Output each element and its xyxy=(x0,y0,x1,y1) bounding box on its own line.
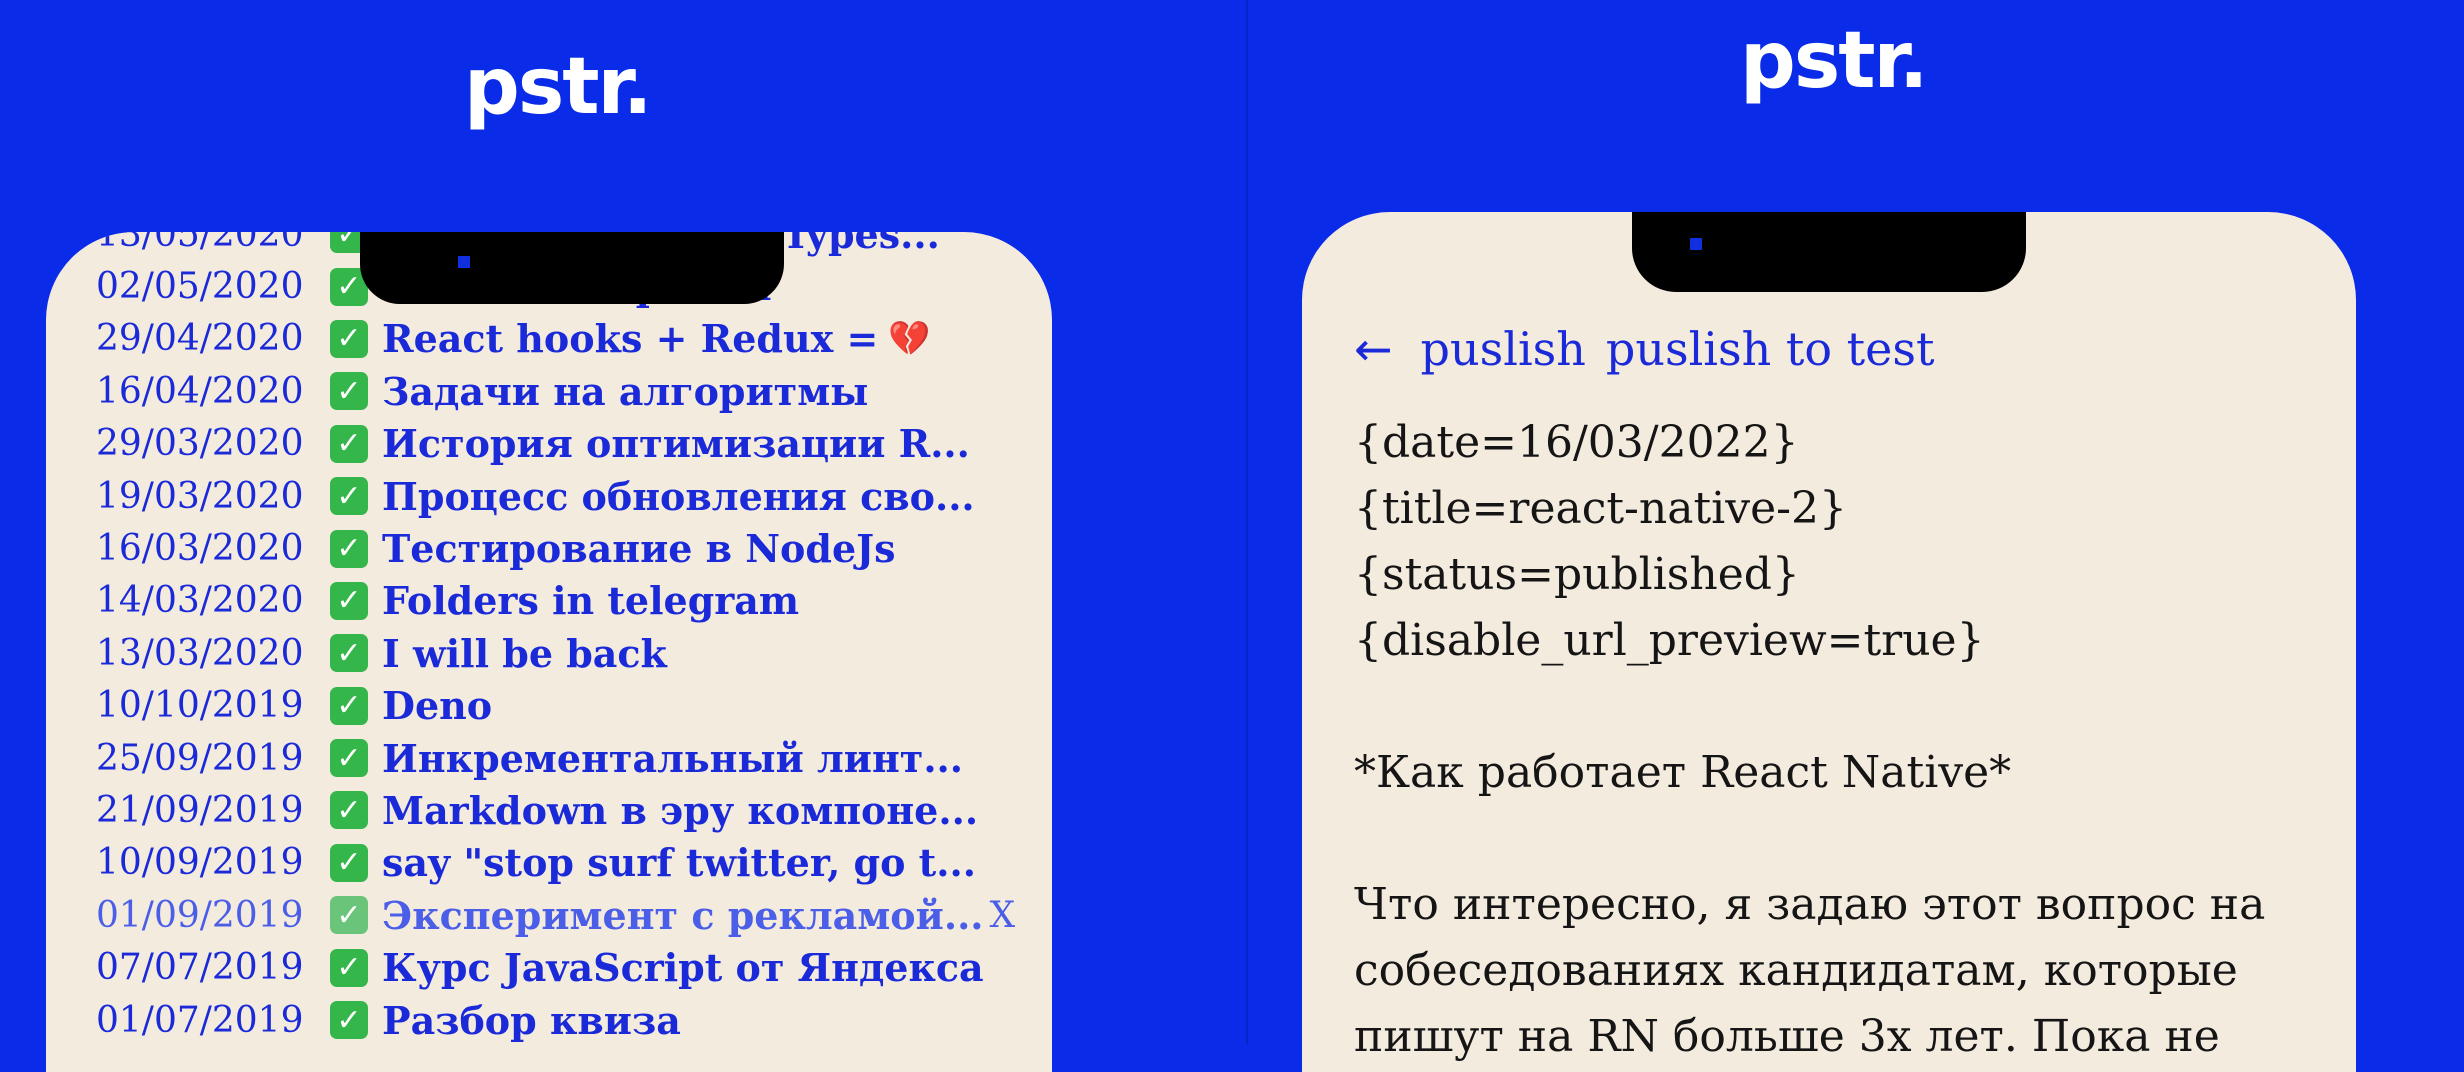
post-list-item[interactable]: 14/03/2020 ✓ Folders in telegram xyxy=(96,575,1046,627)
post-list-item[interactable]: 25/09/2019 ✓ Инкрементальный линт... xyxy=(96,732,1046,784)
editor-line: Что интересно, я задаю этот вопрос на xyxy=(1354,879,2266,930)
post-list-item[interactable]: 01/09/2019 ✓ Эксперимент с рекламой... X xyxy=(96,889,1046,941)
post-date: 29/03/2020 xyxy=(96,423,304,465)
post-date: 10/10/2019 xyxy=(96,685,304,727)
post-list-item[interactable]: 10/10/2019 ✓ Deno xyxy=(96,680,1046,732)
check-mark-icon: ✓ xyxy=(330,319,368,358)
check-mark-icon: ✓ xyxy=(330,634,368,673)
post-date: 01/09/2019 xyxy=(96,894,304,936)
post-list: 13/05/2020✓React Native + TS/Types...02/… xyxy=(96,232,1046,1046)
camera-icon xyxy=(458,256,470,268)
post-title-link[interactable]: Markdown в эру компоне... xyxy=(382,788,978,833)
post-list-item[interactable]: 16/03/2020 ✓ Тестирование в NodeJs xyxy=(96,522,1046,574)
post-date: 14/03/2020 xyxy=(96,580,304,622)
editor-line: собеседованиях кандидатам, которые xyxy=(1354,945,2238,996)
publish-to-test-link[interactable]: puslish to test xyxy=(1606,322,1935,376)
post-title-link[interactable]: Folders in telegram xyxy=(382,578,799,623)
editor-line: *Как работает React Native* xyxy=(1354,747,2012,798)
check-mark-icon: ✓ xyxy=(330,739,368,778)
back-arrow-icon[interactable]: ← xyxy=(1354,322,1393,376)
post-title-link[interactable]: React hooks + Redux = xyxy=(382,316,878,361)
check-mark-icon: ✓ xyxy=(330,581,368,620)
editor-toolbar: ← puslish puslish to test xyxy=(1354,322,1954,376)
post-list-item[interactable]: 19/03/2020 ✓ Процесс обновления сво... xyxy=(96,470,1046,522)
post-date: 13/05/2020 xyxy=(96,232,304,255)
post-list-item[interactable]: 07/07/2019 ✓ Курс JavaScript от Яндекса xyxy=(96,941,1046,993)
editor-line: {status=published} xyxy=(1354,549,1800,600)
check-mark-icon: ✓ xyxy=(330,843,368,882)
editor-line: пишут на RN больше 3х лет. Пока не xyxy=(1354,1011,2220,1062)
post-date: 16/04/2020 xyxy=(96,370,304,412)
publish-link[interactable]: puslish xyxy=(1421,322,1586,376)
editor-line xyxy=(1354,674,2324,740)
post-list-item[interactable]: 13/03/2020 ✓ I will be back xyxy=(96,627,1046,679)
post-list-item[interactable]: 01/07/2019 ✓ Разбор квиза xyxy=(96,994,1046,1046)
post-date: 01/07/2019 xyxy=(96,999,304,1041)
editor-line: {date=16/03/2022} xyxy=(1354,417,1799,468)
post-title-link[interactable]: Процесс обновления сво... xyxy=(382,474,975,519)
check-mark-icon: ✓ xyxy=(330,372,368,411)
phone-screen-post-list: 13/05/2020✓React Native + TS/Types...02/… xyxy=(46,232,1052,1072)
post-title-link[interactable]: Deno xyxy=(382,683,492,728)
check-mark-icon: ✓ xyxy=(330,529,368,568)
post-title-link[interactable]: I will be back xyxy=(382,631,667,676)
post-date: 13/03/2020 xyxy=(96,632,304,674)
post-title-link[interactable]: История оптимизации R... xyxy=(382,421,970,466)
check-mark-icon: ✓ xyxy=(330,686,368,725)
post-date: 19/03/2020 xyxy=(96,475,304,517)
post-list-item[interactable]: 29/04/2020 ✓ React hooks + Redux = 💔 xyxy=(96,313,1046,365)
check-mark-icon: ✓ xyxy=(330,1001,368,1040)
post-list-item[interactable]: 29/03/2020 ✓ История оптимизации R... xyxy=(96,418,1046,470)
post-date: 10/09/2019 xyxy=(96,842,304,884)
editor-line xyxy=(1354,806,2324,872)
post-title-link[interactable]: Тестирование в NodeJs xyxy=(382,526,896,571)
post-title-link[interactable]: Задачи на алгоритмы xyxy=(382,369,868,414)
post-title-link[interactable]: Разбор квиза xyxy=(382,998,681,1043)
check-mark-icon: ✓ xyxy=(330,791,368,830)
post-date: 16/03/2020 xyxy=(96,528,304,570)
post-title-link[interactable]: Инкрементальный линт... xyxy=(382,736,963,781)
post-title-link[interactable]: Курс JavaScript от Яндекса xyxy=(382,945,984,990)
post-editor-text[interactable]: {date=16/03/2022} {title=react-native-2} {… xyxy=(1354,410,2324,1070)
check-mark-icon: ✓ xyxy=(330,896,368,935)
camera-icon xyxy=(1690,238,1702,250)
post-date: 02/05/2020 xyxy=(96,266,304,308)
post-list-item[interactable]: 10/09/2019 ✓ say "stop surf twitter, go t.… xyxy=(96,837,1046,889)
check-mark-icon: ✓ xyxy=(330,948,368,987)
app-logo: pstr. xyxy=(1740,16,1929,106)
post-title-link[interactable]: Эксперимент с рекламой... xyxy=(382,893,984,938)
phone-notch xyxy=(360,232,784,304)
check-mark-icon: ✓ xyxy=(330,424,368,463)
post-date: 29/04/2020 xyxy=(96,318,304,360)
screen-divider xyxy=(1246,0,1248,1044)
post-date: 25/09/2019 xyxy=(96,737,304,779)
phone-screen-editor: ← puslish puslish to test {date=16/03/20… xyxy=(1302,212,2356,1072)
editor-line: {disable_url_preview=true} xyxy=(1354,615,1985,666)
check-mark-icon: ✓ xyxy=(330,477,368,516)
app-logo: pstr. xyxy=(464,42,653,132)
post-list-item[interactable]: 21/09/2019 ✓ Markdown в эру компоне... xyxy=(96,784,1046,836)
broken-heart-icon: 💔 xyxy=(888,318,931,359)
remove-icon[interactable]: X xyxy=(990,895,1016,936)
post-date: 21/09/2019 xyxy=(96,789,304,831)
post-date: 07/07/2019 xyxy=(96,947,304,989)
post-list-item[interactable]: 16/04/2020 ✓ Задачи на алгоритмы xyxy=(96,365,1046,417)
phone-notch xyxy=(1632,212,2026,292)
editor-line: {title=react-native-2} xyxy=(1354,483,1847,534)
post-title-link[interactable]: say "stop surf twitter, go t... xyxy=(382,840,976,885)
